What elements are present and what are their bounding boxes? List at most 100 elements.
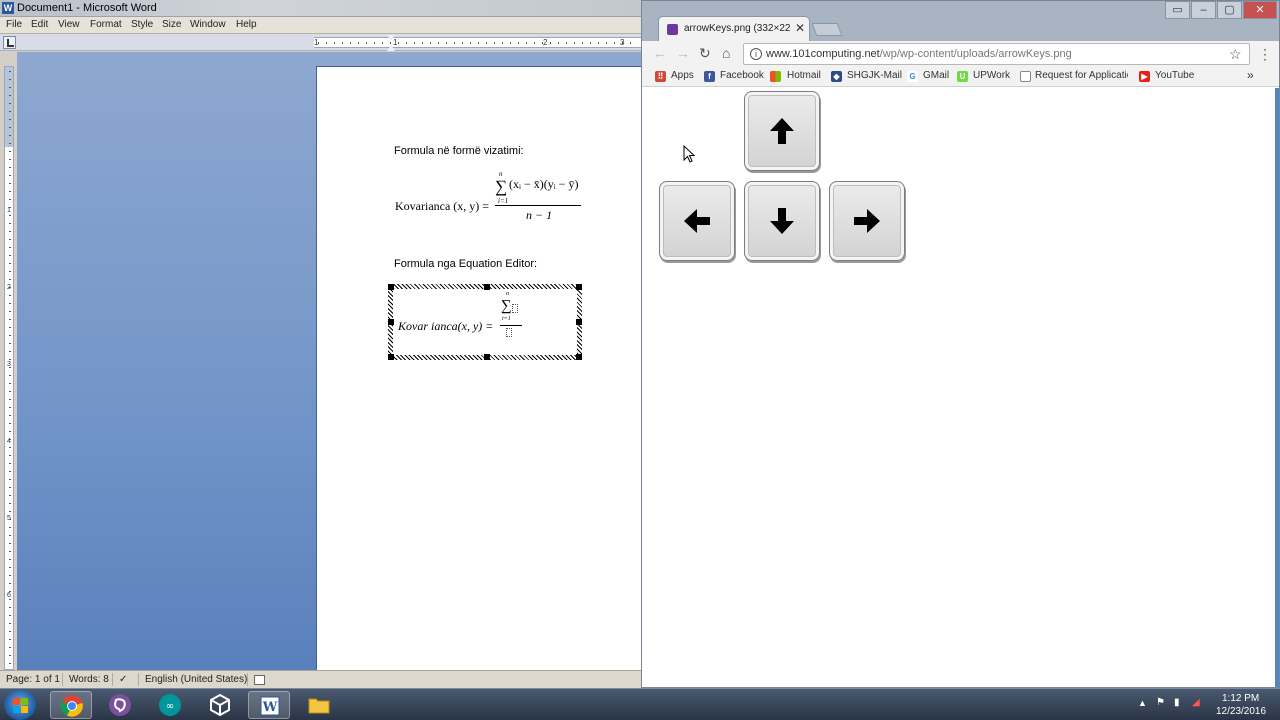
ruler-tick bbox=[358, 42, 359, 44]
youtube-icon: ▶ bbox=[1139, 71, 1150, 82]
clock-date[interactable]: 12/23/2016 bbox=[1216, 706, 1266, 717]
minimize-button[interactable]: ‒ bbox=[1191, 1, 1216, 19]
vruler-tick bbox=[9, 79, 11, 80]
clock-time[interactable]: 1:12 PM bbox=[1222, 693, 1259, 704]
proofing-icon[interactable]: ✓ bbox=[119, 674, 127, 685]
vruler-tick bbox=[9, 431, 11, 432]
resize-handle[interactable] bbox=[388, 354, 394, 360]
vruler-tick bbox=[9, 615, 11, 616]
fraction-bar bbox=[500, 325, 522, 326]
resize-handle[interactable] bbox=[388, 284, 394, 290]
battery-icon[interactable]: ▮ bbox=[1174, 697, 1180, 708]
taskbar-chrome[interactable] bbox=[50, 691, 92, 719]
start-button[interactable] bbox=[4, 690, 36, 720]
back-arrow-icon[interactable]: ← bbox=[653, 45, 667, 61]
placeholder-slot[interactable] bbox=[506, 328, 512, 337]
info-icon[interactable]: i bbox=[750, 48, 762, 60]
ruler-tick bbox=[502, 42, 503, 44]
bookmark-gmail[interactable]: GMail bbox=[923, 70, 949, 81]
bookmark-hotmail[interactable]: Hotmail bbox=[787, 70, 821, 81]
resize-handle[interactable] bbox=[576, 319, 582, 325]
home-icon[interactable]: ⌂ bbox=[722, 45, 730, 61]
taskbar-arduino[interactable]: ∞ bbox=[149, 691, 191, 719]
tab-stop-selector[interactable] bbox=[3, 36, 16, 49]
ruler-tick bbox=[614, 42, 615, 44]
vertical-ruler[interactable]: 1 2 3 4 5 6 bbox=[4, 66, 14, 670]
bookmark-shgjk-mail[interactable]: SHGJK-Mail bbox=[847, 70, 902, 81]
horizontal-ruler[interactable]: 1 1 2 3 bbox=[0, 34, 641, 51]
resize-handle[interactable] bbox=[576, 354, 582, 360]
bookmark-star-icon[interactable]: ☆ bbox=[1229, 46, 1242, 63]
network-icon[interactable]: ◢ bbox=[1192, 697, 1200, 708]
profile-icon[interactable]: ▭ bbox=[1165, 1, 1190, 19]
placeholder-slot[interactable] bbox=[512, 304, 518, 313]
first-line-indent-marker[interactable] bbox=[387, 35, 395, 41]
vruler-tick bbox=[9, 207, 11, 208]
bookmark-apps[interactable]: Apps bbox=[671, 70, 694, 81]
address-bar[interactable]: i www.101computing.net/wp/wp-content/upl… bbox=[743, 43, 1250, 65]
status-words[interactable]: Words: 8 bbox=[69, 674, 109, 685]
ruler-tick bbox=[622, 42, 623, 44]
bookmark-facebook[interactable]: Facebook bbox=[720, 70, 764, 81]
ruler-tick bbox=[406, 42, 407, 44]
status-language[interactable]: English (United States) bbox=[145, 674, 247, 685]
vruler-tick bbox=[9, 119, 11, 120]
menu-window[interactable]: Window bbox=[190, 19, 226, 30]
macro-record-icon[interactable] bbox=[254, 675, 265, 685]
vruler-tick bbox=[9, 223, 11, 224]
bookmark-youtube[interactable]: YouTube bbox=[1155, 70, 1194, 81]
taskbar-word[interactable]: W bbox=[248, 691, 290, 719]
resize-handle[interactable] bbox=[484, 284, 490, 290]
vruler-tick bbox=[9, 255, 11, 256]
url-host: www.101computing.net bbox=[766, 48, 880, 60]
vruler-tick bbox=[9, 639, 11, 640]
close-window-button[interactable]: ✕ bbox=[1243, 1, 1277, 19]
resize-handle[interactable] bbox=[576, 284, 582, 290]
chrome-tab-strip[interactable]: arrowKeys.png (332×227) ✕ ▭ ‒ ▢ ✕ bbox=[642, 1, 1279, 41]
bookmark-upwork[interactable]: UPWork bbox=[973, 70, 1010, 81]
vruler-tick bbox=[9, 167, 11, 168]
more-bookmarks-icon[interactable]: » bbox=[1247, 68, 1254, 82]
menu-help[interactable]: Help bbox=[236, 19, 257, 30]
tab-close-icon[interactable]: ✕ bbox=[795, 21, 805, 35]
ruler-tick bbox=[550, 42, 551, 44]
reload-icon[interactable]: ↻ bbox=[699, 45, 711, 62]
menu-format[interactable]: Format bbox=[90, 19, 122, 30]
menu-edit[interactable]: Edit bbox=[31, 19, 48, 30]
ruler-tick bbox=[422, 42, 423, 44]
menu-size[interactable]: Size bbox=[162, 19, 181, 30]
menu-style[interactable]: Style bbox=[131, 19, 153, 30]
hanging-indent-marker[interactable] bbox=[387, 45, 395, 51]
vruler-tick bbox=[9, 631, 11, 632]
taskbar-viber[interactable] bbox=[99, 691, 141, 719]
resize-handle[interactable] bbox=[484, 354, 490, 360]
bookmark-request-application[interactable]: Request for Applicatio bbox=[1035, 70, 1128, 81]
vruler-tick bbox=[9, 575, 11, 576]
status-page[interactable]: Page: 1 of 1 bbox=[6, 674, 60, 685]
document-page[interactable]: Formula në formë vizatimi: Kovarianca (x… bbox=[316, 66, 641, 670]
show-hidden-icons-icon[interactable]: ▲ bbox=[1138, 698, 1147, 708]
equation-editor-object[interactable]: Kovar ianca(x, y) = n ∑ i=1 bbox=[388, 284, 582, 360]
new-tab-button[interactable] bbox=[811, 23, 843, 36]
sum-lower-limit: i=1 bbox=[502, 316, 511, 322]
site-favicon-icon bbox=[667, 24, 678, 35]
covariance-formula-drawing[interactable]: Kovarianca (x, y) = n ∑ i=1 (xᵢ − x̄)(yᵢ… bbox=[395, 170, 595, 223]
maximize-button[interactable]: ▢ bbox=[1217, 1, 1242, 19]
taskbar-file-explorer[interactable] bbox=[298, 691, 340, 719]
vruler-tick bbox=[9, 543, 11, 544]
image-viewport bbox=[642, 88, 1279, 687]
menu-file[interactable]: File bbox=[6, 19, 22, 30]
vruler-tick bbox=[9, 343, 11, 344]
url-text[interactable]: www.101computing.net/wp/wp-content/uploa… bbox=[766, 48, 1072, 60]
menu-view[interactable]: View bbox=[58, 19, 80, 30]
resize-handle[interactable] bbox=[388, 319, 394, 325]
chrome-menu-icon[interactable]: ⋮ bbox=[1258, 46, 1272, 63]
system-tray: ▲ ⚑ ▮ ◢ 1:12 PM 12/23/2016 bbox=[1130, 689, 1280, 720]
vruler-tick bbox=[9, 351, 11, 352]
forward-arrow-icon[interactable]: → bbox=[676, 45, 690, 61]
tab-arrowkeys[interactable]: arrowKeys.png (332×227) ✕ bbox=[658, 16, 810, 41]
word-title-bar[interactable]: W Document1 - Microsoft Word bbox=[0, 0, 641, 17]
taskbar-unity[interactable] bbox=[199, 691, 241, 719]
flag-icon[interactable]: ⚑ bbox=[1156, 697, 1165, 708]
ruler-strip[interactable]: 1 1 2 3 bbox=[314, 37, 641, 48]
